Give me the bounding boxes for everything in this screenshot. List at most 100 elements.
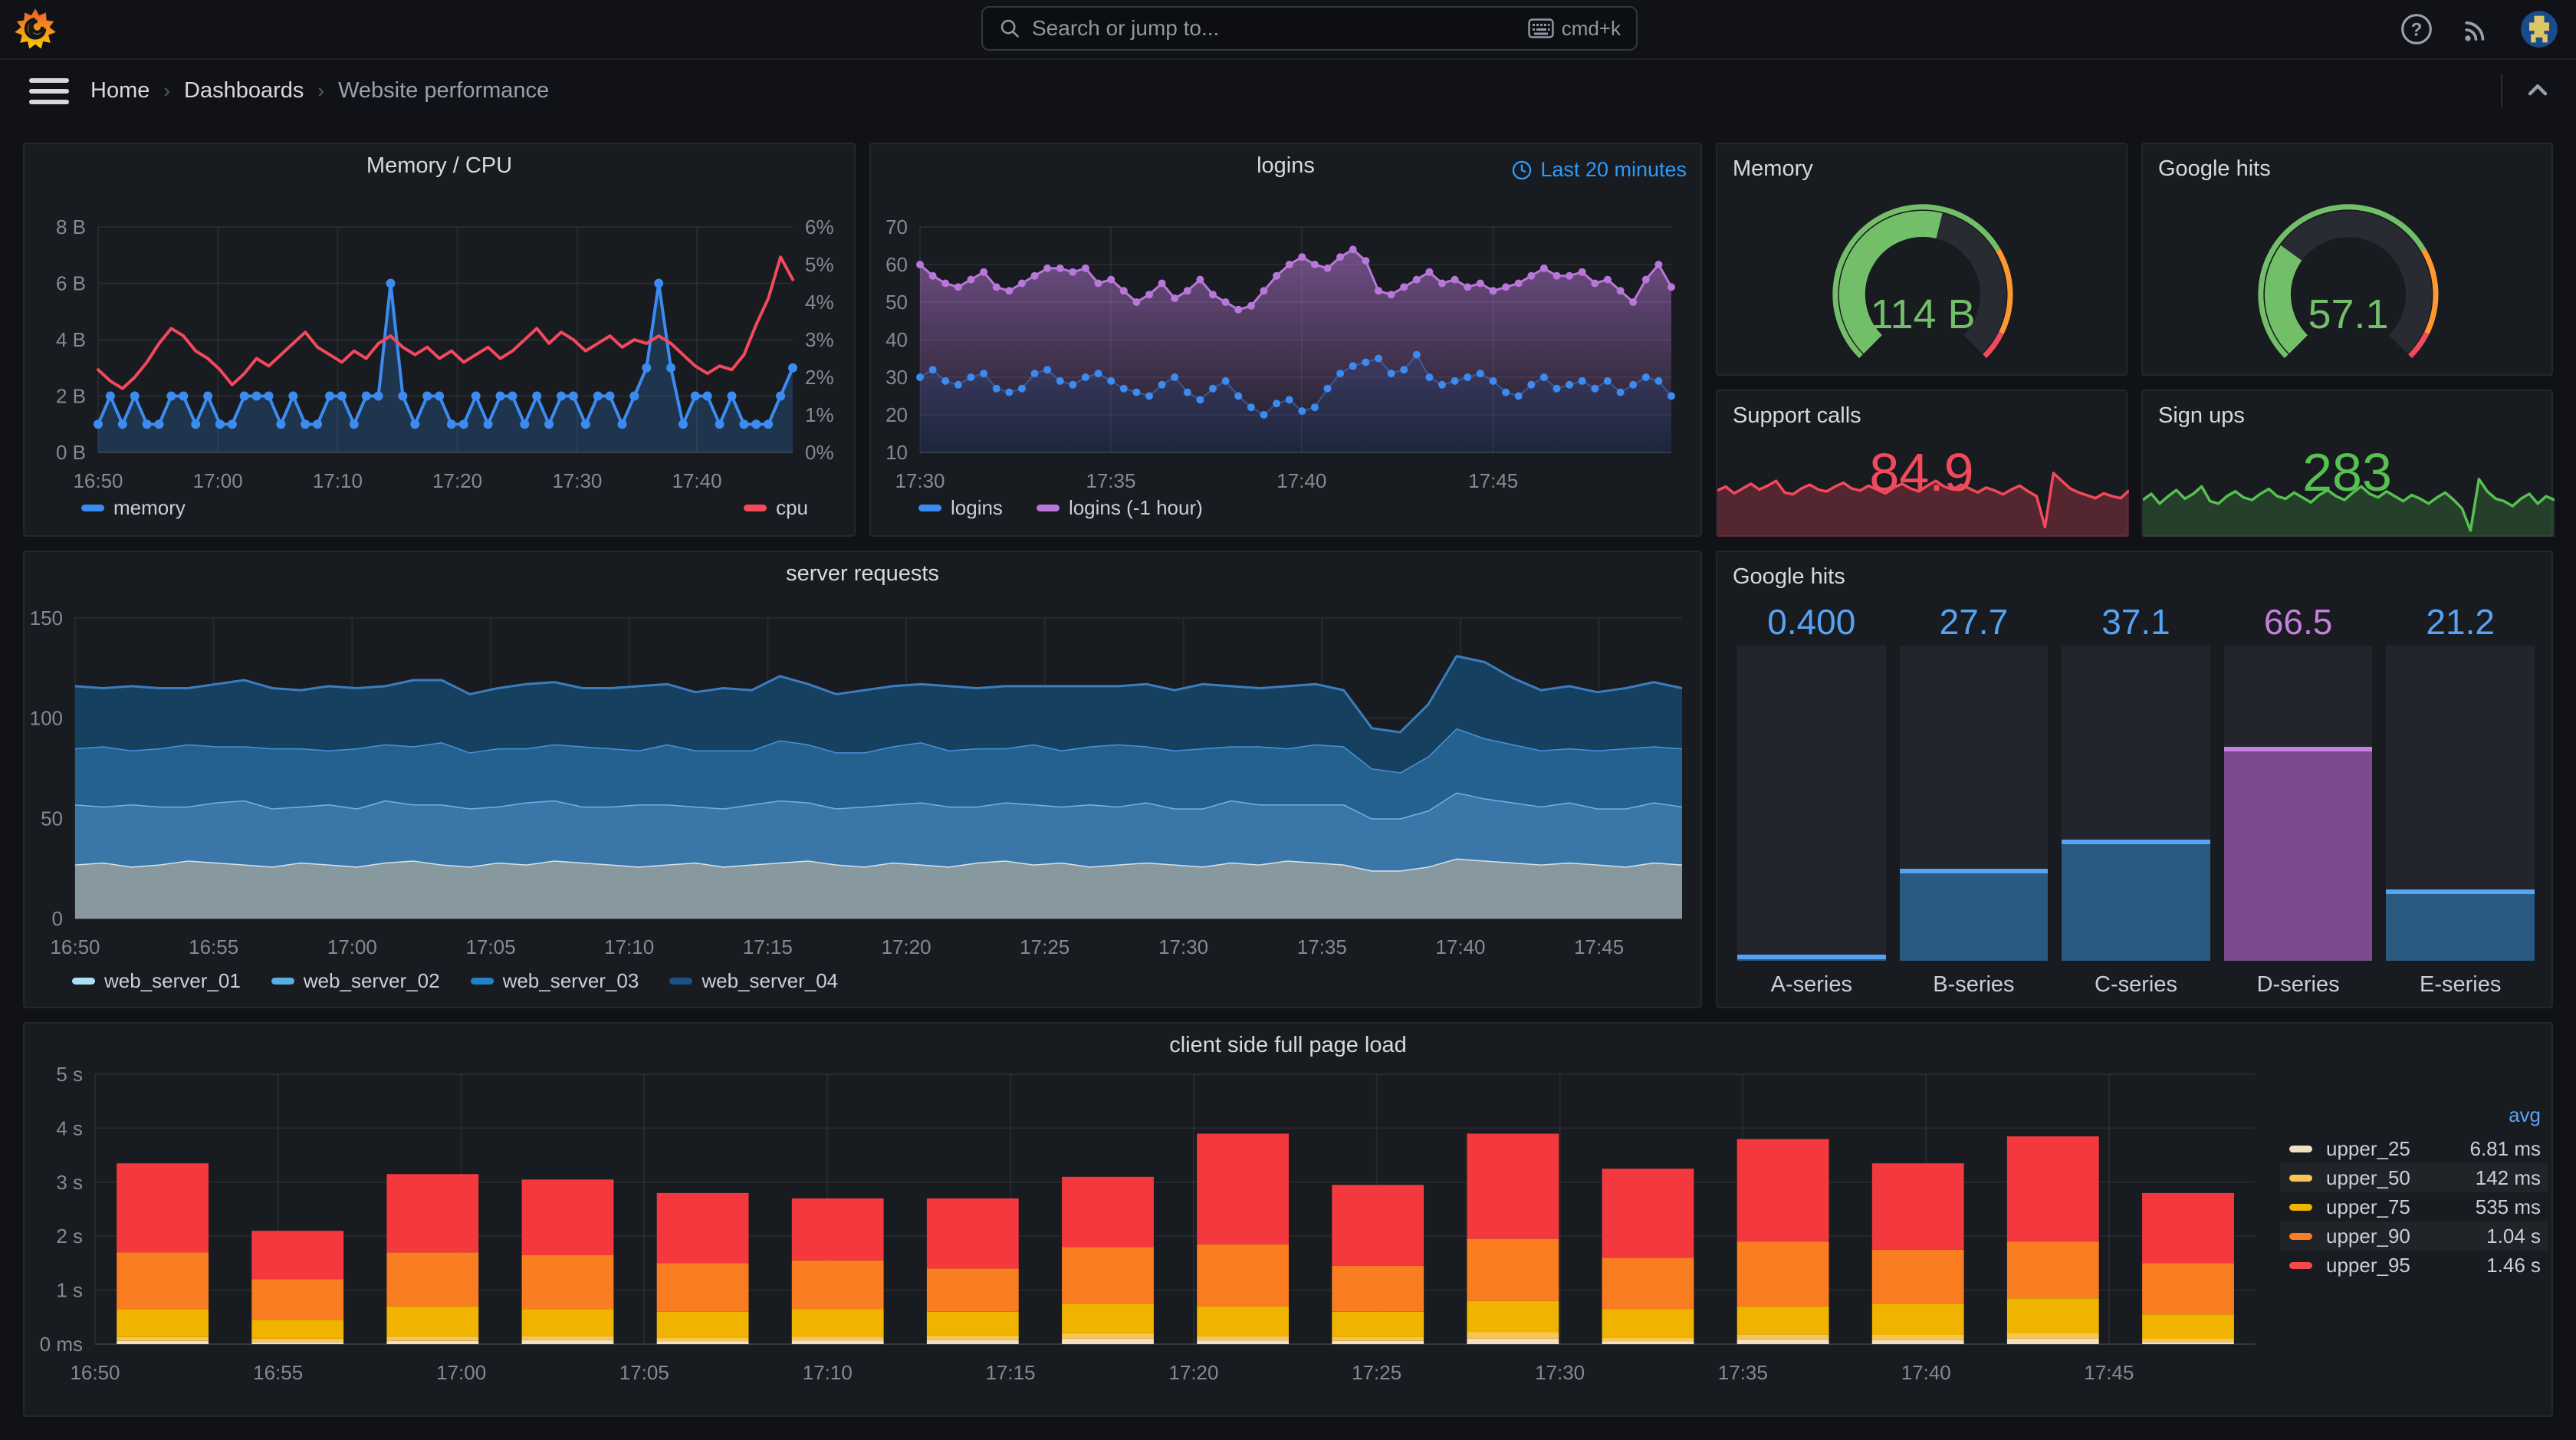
legend-swatch: [2289, 1232, 2312, 1240]
legend-swatch: [918, 505, 941, 511]
svg-text:3%: 3%: [805, 328, 834, 351]
panel-sign-ups: Sign ups 283: [2141, 390, 2555, 537]
svg-text:17:40: 17:40: [672, 469, 722, 492]
legend-item-logins-prev[interactable]: logins (-1 hour): [1036, 496, 1203, 520]
top-nav-bar: Search or jump to... cmd+k ?: [0, 0, 2576, 60]
memory-cpu-chart[interactable]: 8 B 6 B 4 B 2 B 0 B 6% 5% 4% 3% 2% 1% 0% 16:50 17:00 1…: [25, 144, 857, 538]
legend-item[interactable]: web_server_01: [72, 969, 241, 993]
legend-swatch: [1036, 505, 1060, 511]
legend-item-logins[interactable]: logins: [918, 496, 1003, 520]
legend-item[interactable]: web_server_04: [669, 969, 838, 993]
svg-text:17:10: 17:10: [313, 469, 363, 492]
bar-gauge-edge: [2223, 746, 2373, 751]
legend-item-upper_95[interactable]: upper_95 1.46 s: [2280, 1251, 2548, 1280]
svg-text:17:45: 17:45: [1574, 935, 1624, 958]
user-avatar[interactable]: [2519, 9, 2559, 49]
svg-text:1 s: 1 s: [56, 1279, 83, 1302]
bar-gauge-column[interactable]: 27.7 B-series: [1899, 552, 2049, 1007]
svg-text:17:00: 17:00: [436, 1361, 486, 1384]
legend-sort-header[interactable]: avg: [2509, 1103, 2541, 1127]
svg-text:17:30: 17:30: [895, 469, 945, 492]
legend-item-upper_25[interactable]: upper_25 6.81 ms: [2280, 1134, 2548, 1163]
svg-text:1%: 1%: [805, 403, 834, 426]
legend-item-cpu[interactable]: cpu: [744, 496, 808, 520]
svg-text:17:40: 17:40: [1435, 935, 1485, 958]
bar-gauge-column[interactable]: 0.400 A-series: [1737, 552, 1886, 1007]
legend-item[interactable]: web_server_03: [470, 969, 639, 993]
legend-swatch: [2289, 1203, 2312, 1211]
bar-gauge-column[interactable]: 37.1 C-series: [2062, 552, 2210, 1007]
svg-text:17:25: 17:25: [1020, 935, 1070, 958]
breadcrumb-separator: ›: [163, 78, 171, 102]
legend-item[interactable]: web_server_02: [271, 969, 440, 993]
collapse-chevron-up-icon[interactable]: [2522, 75, 2553, 106]
svg-text:70: 70: [886, 215, 908, 238]
svg-text:5%: 5%: [805, 253, 834, 276]
svg-text:17:30: 17:30: [1158, 935, 1208, 958]
server-requests-chart[interactable]: 150 100 50 0 16:50 16:55 17:00 17:05 17:10 17:15 1…: [25, 552, 1704, 1010]
legend-swatch: [2289, 1174, 2312, 1182]
svg-text:17:20: 17:20: [882, 935, 932, 958]
search-input[interactable]: Search or jump to... cmd+k: [981, 6, 1638, 51]
client-load-chart[interactable]: 5 s 4 s 3 s 2 s 1 s 0 ms 16:50 16:55 17:00 17:05 1…: [25, 1024, 2555, 1419]
bar-gauge-column[interactable]: 21.2 E-series: [2386, 552, 2535, 1007]
svg-text:17:35: 17:35: [1086, 469, 1135, 492]
bar-gauge[interactable]: 0.400 A-series 27.7 B-series 37.1 C-series 66.…: [1717, 552, 2551, 1007]
bar-gauge-label: C-series: [2095, 972, 2177, 997]
bar-gauge-value: 21.2: [2426, 602, 2495, 642]
breadcrumb-home[interactable]: Home: [90, 78, 150, 104]
search-shortcut: cmd+k: [1527, 17, 1621, 41]
svg-text:4 B: 4 B: [56, 328, 86, 351]
svg-text:4%: 4%: [805, 291, 834, 314]
logins-chart[interactable]: 70 60 50 40 30 20 10 17:30 17:35 17:40 17:45: [871, 144, 1704, 538]
bar-gauge-column[interactable]: 66.5 D-series: [2223, 552, 2373, 1007]
keyboard-icon: [1527, 18, 1554, 38]
panel-server-requests: server requests 150 100 50 0 16:50 16:55 17:00…: [23, 551, 1702, 1008]
news-rss-icon[interactable]: [2459, 12, 2493, 46]
grafana-logo[interactable]: [14, 8, 57, 51]
panel-memory-gauge: Memory 114 B: [1716, 143, 2128, 376]
bar-gauge-label: B-series: [1933, 972, 2015, 997]
svg-text:?: ?: [2411, 19, 2423, 40]
svg-text:6%: 6%: [805, 215, 834, 238]
bar-gauge-edge: [1737, 955, 1886, 959]
svg-text:17:00: 17:00: [327, 935, 377, 958]
legend-item-memory[interactable]: memory: [81, 496, 186, 520]
bar-gauge-fill: [2386, 893, 2535, 961]
legend-item-upper_75[interactable]: upper_75 535 ms: [2280, 1192, 2548, 1221]
dashboard-header-row: Home › Dashboards › Website performance: [0, 60, 2576, 121]
google-hits-gauge[interactable]: 57.1: [2143, 144, 2555, 377]
svg-text:8 B: 8 B: [56, 215, 86, 238]
svg-text:0: 0: [52, 907, 63, 930]
svg-text:16:50: 16:50: [70, 1361, 120, 1384]
legend-swatch: [2289, 1145, 2312, 1152]
svg-text:10: 10: [886, 441, 908, 464]
help-icon[interactable]: ?: [2400, 12, 2433, 46]
bar-gauge-track: [2223, 646, 2373, 961]
panel-logins: logins Last 20 minutes 70 60 50 40 30 20 10 17:…: [869, 143, 1702, 537]
svg-text:57.1: 57.1: [2308, 291, 2388, 337]
bar-gauge-track: [2386, 646, 2535, 961]
panel-client-load: client side full page load 5 s4 s3 s2 s1…: [23, 1022, 2553, 1417]
breadcrumb-dashboards[interactable]: Dashboards: [184, 78, 304, 104]
svg-text:17:05: 17:05: [619, 1361, 669, 1384]
menu-toggle-icon[interactable]: [29, 78, 69, 104]
svg-text:17:25: 17:25: [1352, 1361, 1401, 1384]
breadcrumb-current: Website performance: [338, 77, 550, 103]
stat-value: 84.9: [1869, 442, 1974, 502]
svg-text:17:20: 17:20: [1168, 1361, 1218, 1384]
svg-text:50: 50: [41, 807, 63, 830]
svg-text:0%: 0%: [805, 441, 834, 464]
memory-gauge[interactable]: 114 B: [1717, 144, 2129, 377]
bar-gauge-label: A-series: [1770, 972, 1852, 997]
breadcrumb-separator: ›: [317, 78, 325, 102]
bar-gauge-edge: [2386, 889, 2535, 894]
bar-gauge-edge: [2062, 839, 2210, 844]
svg-text:0 B: 0 B: [56, 441, 86, 464]
bar-gauge-value: 66.5: [2263, 602, 2333, 642]
legend-item-upper_90[interactable]: upper_90 1.04 s: [2280, 1221, 2548, 1251]
legend-item-upper_50[interactable]: upper_50 142 ms: [2280, 1163, 2548, 1192]
svg-text:50: 50: [886, 291, 908, 314]
svg-text:17:15: 17:15: [743, 935, 793, 958]
svg-text:17:10: 17:10: [604, 935, 654, 958]
